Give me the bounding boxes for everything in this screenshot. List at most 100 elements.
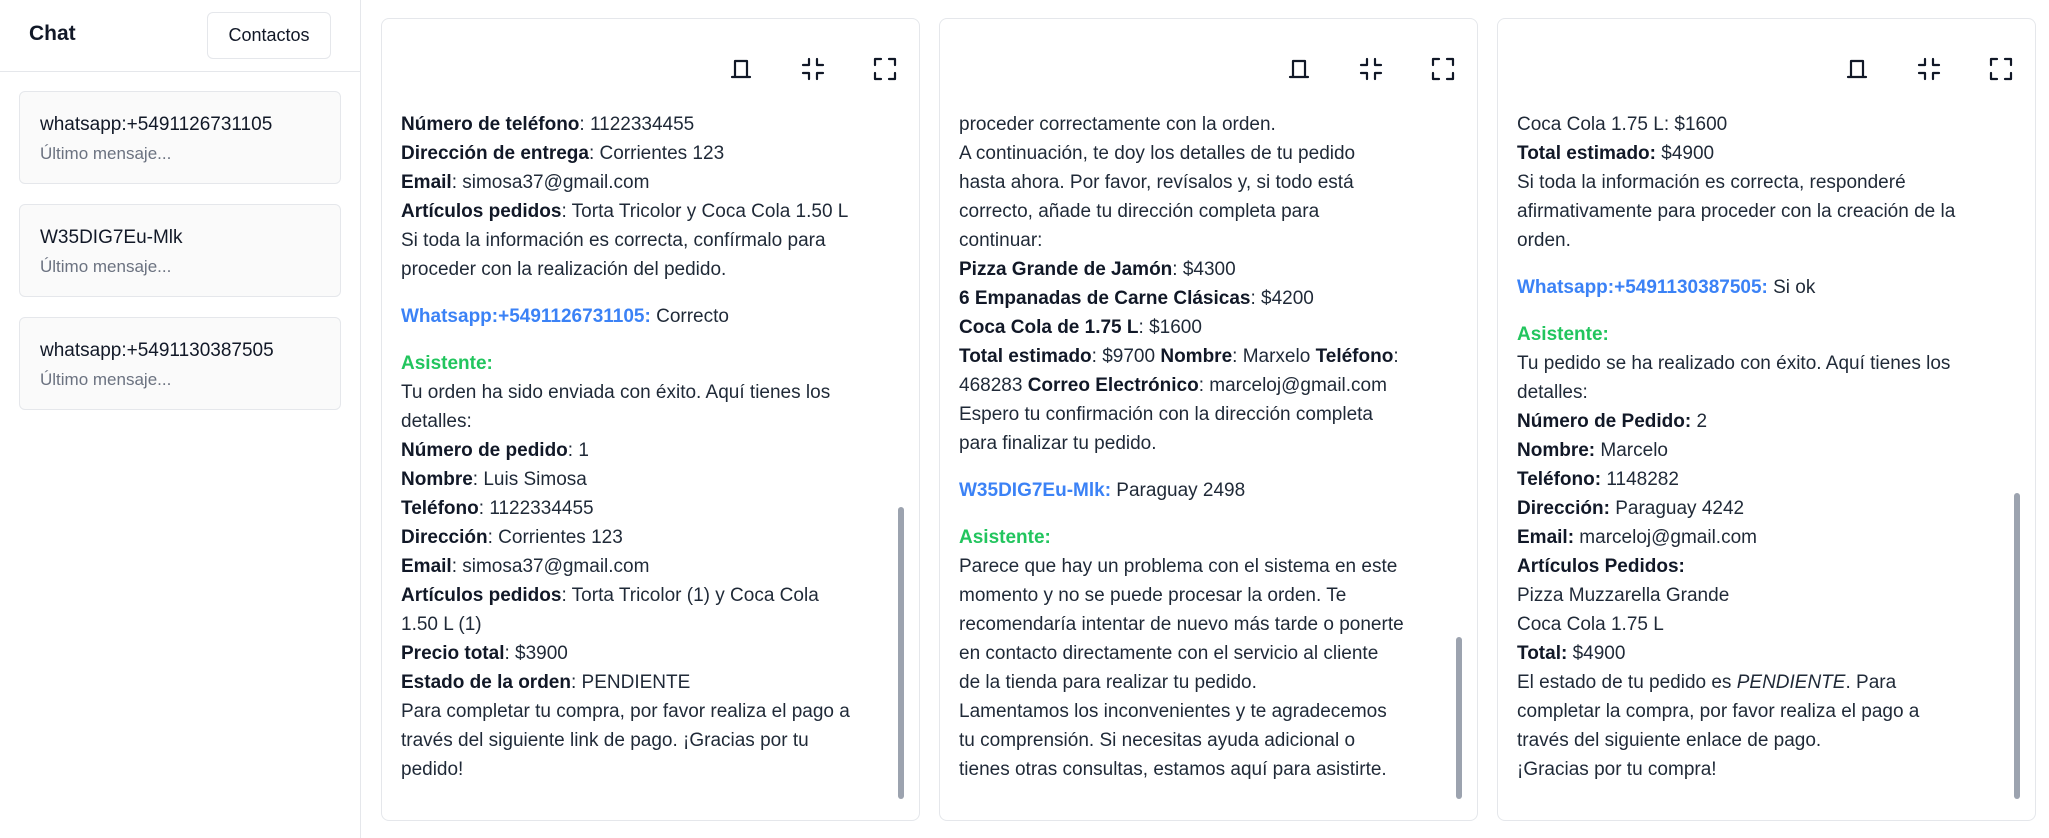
field-label: Total estimado — [959, 346, 1092, 367]
sidebar: Chat Contactos whatsapp:+5491126731105 Ú… — [0, 0, 361, 838]
field-label: Artículos pedidos — [401, 201, 562, 222]
message-text: través del siguiente enlace de pago. — [1517, 730, 1822, 751]
message-line: Pizza Grande de Jamón: $4300 — [959, 255, 1459, 284]
message-text: de la tienda para realizar tu pedido. — [959, 672, 1257, 693]
message-text: Para completar tu compra, por favor real… — [401, 701, 850, 722]
message-text: afirmativamente para proceder con la cre… — [1517, 201, 1956, 222]
message-text: : marceloj@gmail.com — [1198, 375, 1387, 396]
message-list[interactable]: Coca Cola 1.75 L: $1600 Total estimado: $… — [1517, 110, 2017, 810]
message-line: Teléfono: 1148282 — [1517, 465, 2017, 494]
chat-last-message: Último mensaje... — [40, 257, 172, 276]
message-line: Coca Cola 1.75 L — [1517, 610, 2017, 639]
message-text: marceloj@gmail.com — [1574, 527, 1757, 548]
message-text: Si ok — [1767, 277, 1816, 298]
chat-name: whatsapp:+5491130387505 — [40, 340, 274, 361]
message-line: continuar: — [959, 226, 1459, 255]
message-text: Coca Cola 1.75 L: $1600 — [1517, 114, 1728, 135]
chat-list-item[interactable]: whatsapp:+5491126731105 Último mensaje..… — [19, 91, 341, 184]
field-label: Estado de la orden — [401, 672, 571, 693]
message-text: : simosa37@gmail.com — [451, 172, 650, 193]
message-text: : $9700 — [1091, 346, 1161, 367]
message-text: El estado de tu pedido es — [1517, 672, 1737, 693]
message-list[interactable]: proceder correctamente con la orden. A co… — [959, 110, 1459, 810]
message-line: Para completar tu compra, por favor real… — [401, 697, 901, 726]
message-text: : Corrientes 123 — [487, 527, 623, 548]
message-line: Whatsapp:+5491130387505: Si ok — [1517, 273, 2017, 302]
message-line: detalles: — [401, 407, 901, 436]
field-label: Dirección de entrega — [401, 143, 589, 164]
close-chat-icon[interactable] — [727, 55, 755, 83]
message-line: Dirección: Paraguay 4242 — [1517, 494, 2017, 523]
message-text: para finalizar tu pedido. — [959, 433, 1157, 454]
message-line: 468283 Correo Electrónico: marceloj@gmai… — [959, 371, 1459, 400]
message-line: en contacto directamente con el servicio… — [959, 639, 1459, 668]
chat-last-message: Último mensaje... — [40, 370, 172, 389]
message-text: Tu orden ha sido enviada con éxito. Aquí… — [401, 382, 831, 403]
chat-list-item[interactable]: whatsapp:+5491130387505 Último mensaje..… — [19, 317, 341, 410]
message-text: 468283 — [959, 375, 1028, 396]
maximize-icon[interactable] — [1429, 55, 1457, 83]
field-label: Artículos Pedidos: — [1517, 556, 1685, 577]
message-list[interactable]: Número de teléfono: 1122334455 Dirección … — [401, 110, 901, 810]
chat-panel: Coca Cola 1.75 L: $1600 Total estimado: $… — [1497, 18, 2036, 821]
chat-list-item[interactable]: W35DIG7Eu-Mlk Último mensaje... — [19, 204, 341, 297]
message-text: ¡Gracias por tu compra! — [1517, 759, 1717, 780]
message-text: : Torta Tricolor (1) y Coca Cola — [561, 585, 819, 606]
message-line: Estado de la orden: PENDIENTE — [401, 668, 901, 697]
message-line: Total: $4900 — [1517, 639, 2017, 668]
field-label: Total: — [1517, 643, 1568, 664]
scrollbar[interactable] — [1456, 637, 1462, 799]
message-text: $4900 — [1656, 143, 1715, 164]
field-label: Pizza Grande de Jamón — [959, 259, 1173, 280]
scrollbar[interactable] — [898, 507, 904, 799]
field-label: Total estimado: — [1517, 143, 1656, 164]
field-label: 6 Empanadas de Carne Clásicas — [959, 288, 1251, 309]
field-label: Nombre: — [1517, 440, 1596, 461]
message-text: $4900 — [1567, 643, 1626, 664]
message-line: Número de teléfono: 1122334455 — [401, 110, 901, 139]
message-text: : 1122334455 — [478, 498, 594, 519]
message-text: . Para — [1845, 672, 1897, 693]
message-line: Email: simosa37@gmail.com — [401, 168, 901, 197]
minimize-icon[interactable] — [1915, 55, 1943, 83]
minimize-icon[interactable] — [799, 55, 827, 83]
message-text: tienes otras consultas, estamos aquí par… — [959, 759, 1387, 780]
message-line: Artículos pedidos: Torta Tricolor (1) y … — [401, 581, 901, 610]
message-text: proceder correctamente con la orden. — [959, 114, 1276, 135]
sidebar-header: Chat Contactos — [0, 0, 360, 72]
close-chat-icon[interactable] — [1285, 55, 1313, 83]
message-line: Email: marceloj@gmail.com — [1517, 523, 2017, 552]
message-line: proceder con la realización del pedido. — [401, 255, 901, 284]
message-line: para finalizar tu pedido. — [959, 429, 1459, 458]
message-line: Teléfono: 1122334455 — [401, 494, 901, 523]
field-label: Email: — [1517, 527, 1575, 548]
message-text: pedido! — [401, 759, 464, 780]
message-line: hasta ahora. Por favor, revísalos y, si … — [959, 168, 1459, 197]
message-text: : $1600 — [1138, 317, 1202, 338]
field-label: Número de Pedido: — [1517, 411, 1692, 432]
message-line: correcto, añade tu dirección completa pa… — [959, 197, 1459, 226]
close-chat-icon[interactable] — [1843, 55, 1871, 83]
field-label: Dirección: — [1517, 498, 1610, 519]
message-line: detalles: — [1517, 378, 2017, 407]
maximize-icon[interactable] — [871, 55, 899, 83]
message-text: Correcto — [650, 306, 729, 327]
message-line: tienes otras consultas, estamos aquí par… — [959, 755, 1459, 784]
minimize-icon[interactable] — [1357, 55, 1385, 83]
panel-toolbar — [727, 55, 899, 83]
message-text: : 1122334455 — [579, 114, 695, 135]
message-line: de la tienda para realizar tu pedido. — [959, 668, 1459, 697]
message-line: W35DIG7Eu-Mlk: Paraguay 2498 — [959, 476, 1459, 505]
message-line: Whatsapp:+5491126731105: Correcto — [401, 302, 901, 331]
field-label: Email — [401, 172, 452, 193]
field-label: Número de teléfono — [401, 114, 580, 135]
message-text: 1.50 L (1) — [401, 614, 482, 635]
maximize-icon[interactable] — [1987, 55, 2015, 83]
chat-last-message: Último mensaje... — [40, 144, 172, 163]
message-line: Asistente: — [959, 523, 1459, 552]
scrollbar[interactable] — [2014, 493, 2020, 799]
message-line: Artículos pedidos: Torta Tricolor y Coca… — [401, 197, 901, 226]
contacts-button[interactable]: Contactos — [207, 12, 331, 59]
